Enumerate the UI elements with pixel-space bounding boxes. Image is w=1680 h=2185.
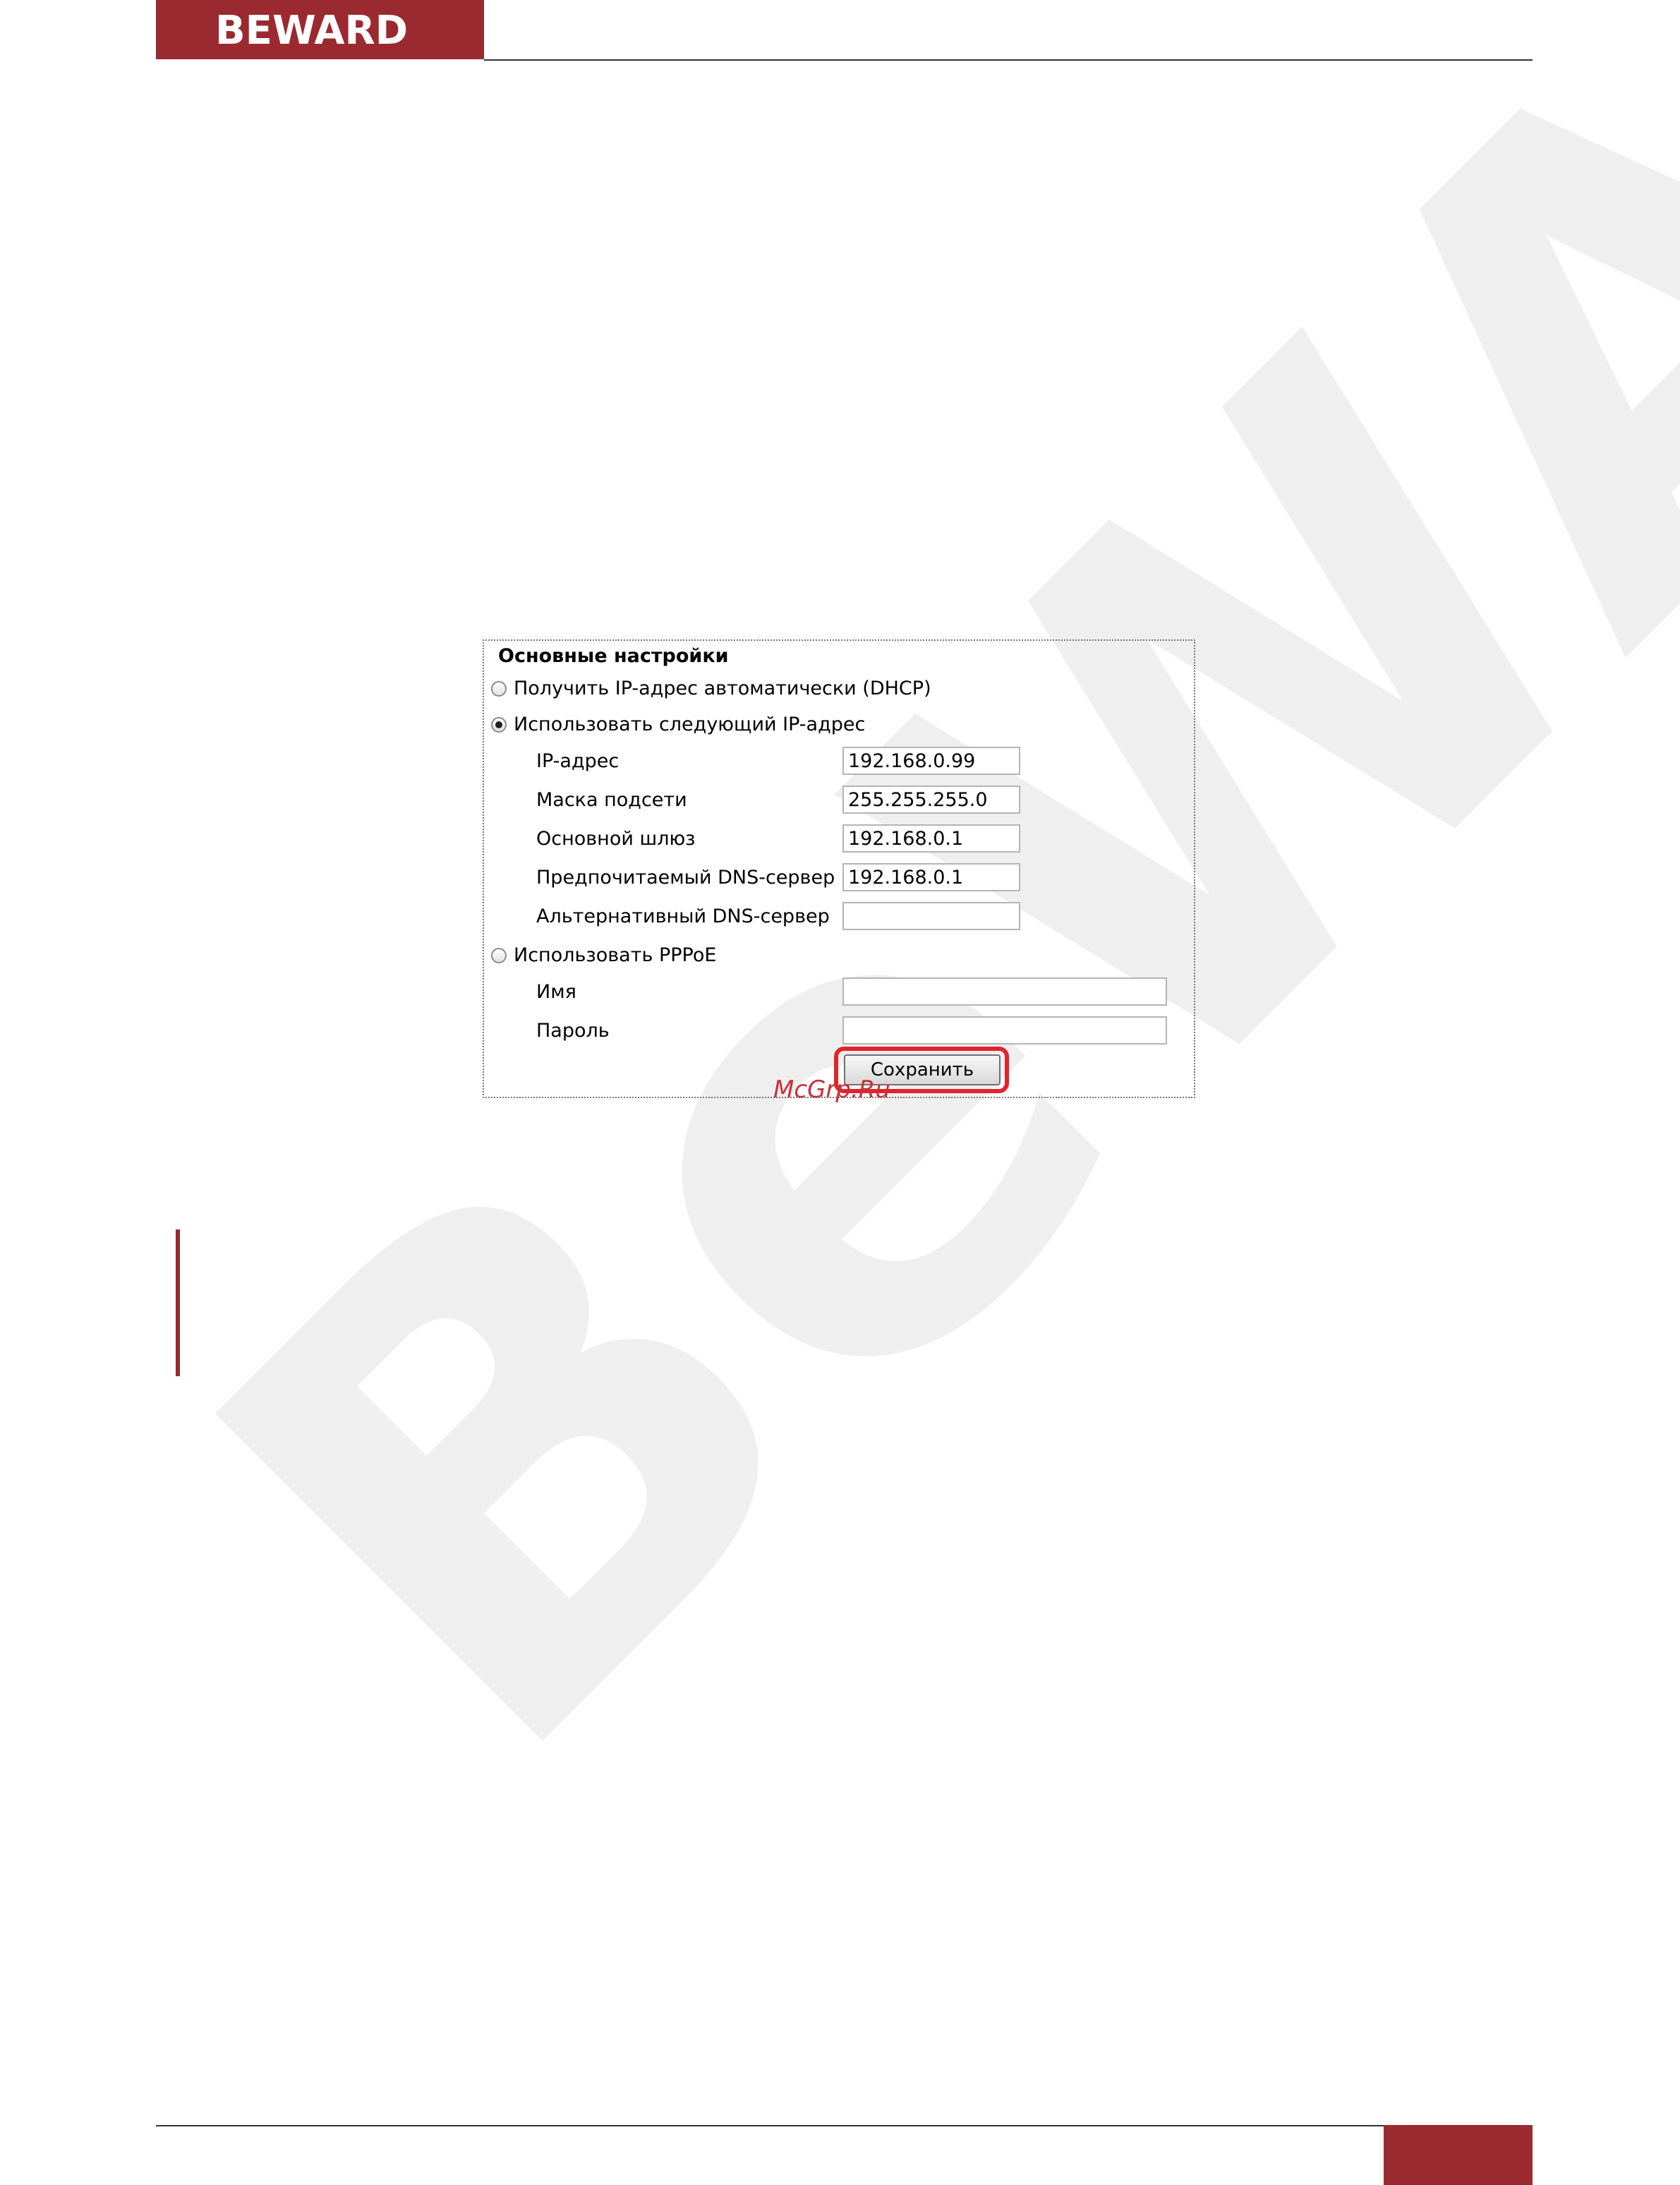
- basic-settings-panel: Основные настройки Получить IP-адрес авт…: [483, 639, 1195, 1098]
- dhcp-label: Получить IP-адрес автоматически (DHCP): [514, 678, 931, 699]
- static-ip-radio[interactable]: [491, 716, 507, 733]
- panel-title: Основные настройки: [498, 645, 729, 667]
- brand-logo: BEWARD: [156, 0, 484, 59]
- gateway-input[interactable]: [842, 824, 1020, 853]
- note-marker: [176, 1229, 180, 1376]
- dns1-input[interactable]: [842, 863, 1020, 891]
- dhcp-radio[interactable]: [491, 680, 507, 697]
- mask-label: Маска подсети: [536, 789, 687, 811]
- header-rule: [484, 59, 1533, 61]
- dhcp-option[interactable]: Получить IP-адрес автоматически (DHCP): [491, 678, 931, 699]
- ip-input[interactable]: [842, 747, 1020, 775]
- dns1-label: Предпочитаемый DNS-сервер: [536, 867, 835, 889]
- page-number-box: [1384, 2125, 1533, 2185]
- svg-text:BEWARD: BEWARD: [215, 8, 408, 52]
- password-label: Пароль: [536, 1020, 610, 1042]
- dns2-label: Альтернативный DNS-сервер: [536, 905, 830, 927]
- dns2-input[interactable]: [842, 902, 1020, 930]
- beward-logo-icon: BEWARD: [215, 8, 408, 52]
- ip-label: IP-адрес: [536, 750, 620, 772]
- pppoe-option[interactable]: Использовать PPPoE: [491, 944, 716, 966]
- pppoe-radio[interactable]: [491, 947, 507, 963]
- mask-input[interactable]: [842, 785, 1020, 814]
- gateway-label: Основной шлюз: [536, 828, 696, 850]
- footer-rule: [156, 2125, 1384, 2126]
- username-label: Имя: [536, 981, 576, 1003]
- password-input[interactable]: [842, 1016, 1167, 1045]
- pppoe-label: Использовать PPPoE: [514, 944, 717, 966]
- username-input[interactable]: [842, 977, 1167, 1006]
- site-watermark-text: McGrp.Ru: [773, 1076, 890, 1104]
- static-ip-label: Использовать следующий IP-адрес: [514, 714, 866, 735]
- static-ip-option[interactable]: Использовать следующий IP-адрес: [491, 714, 865, 735]
